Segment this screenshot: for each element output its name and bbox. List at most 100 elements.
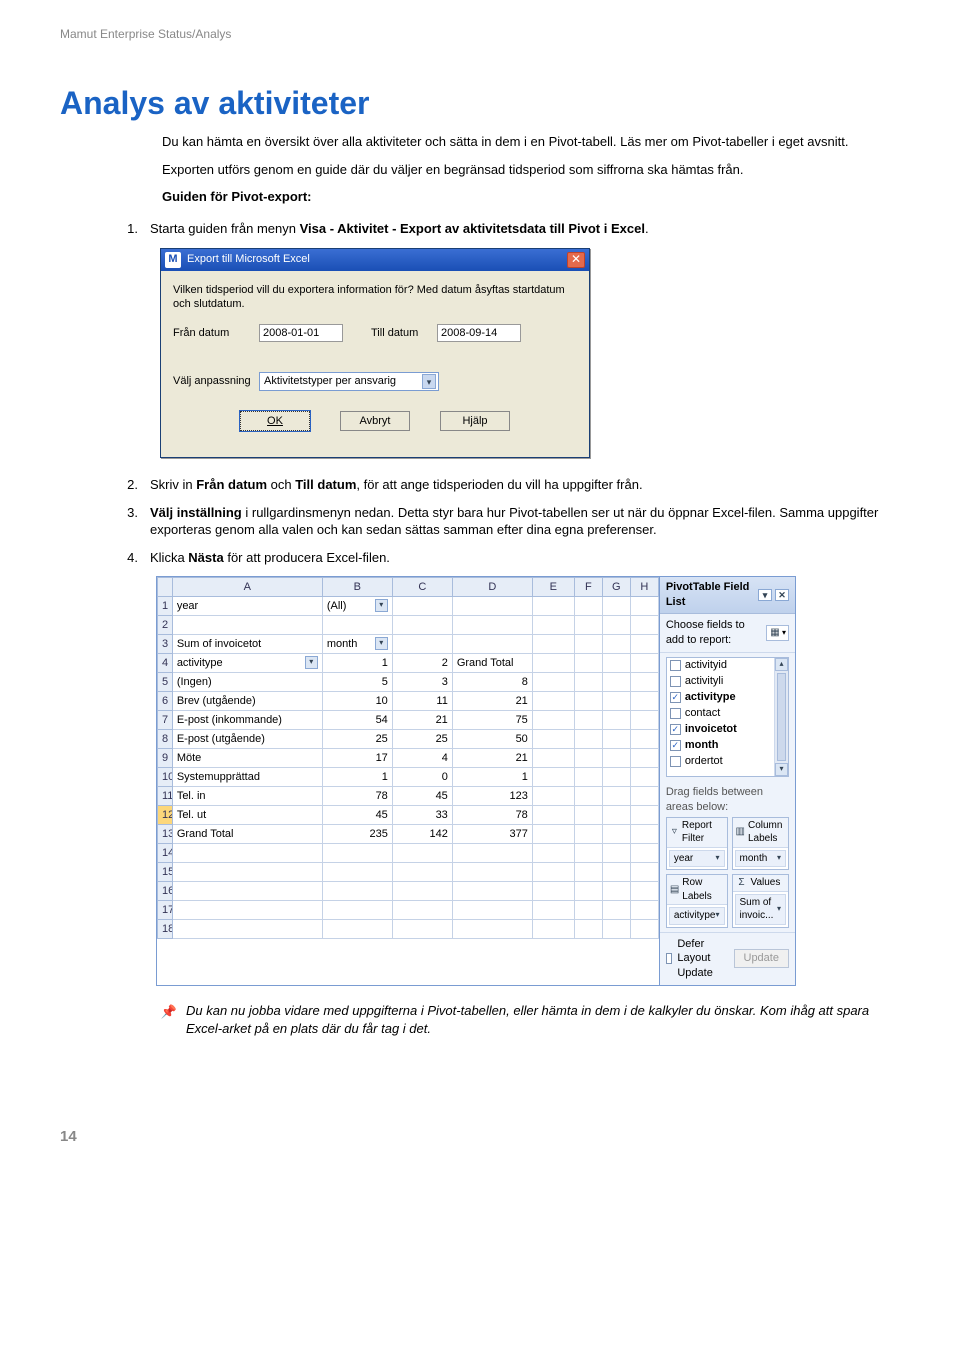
scroll-thumb[interactable] [777,673,786,761]
cell[interactable] [452,616,532,635]
cell[interactable] [322,844,392,863]
cell[interactable]: Sum of invoicetot [172,635,322,654]
chevron-down-icon[interactable]: ▾ [716,910,720,921]
cell[interactable] [630,692,658,711]
checkbox[interactable]: ✓ [670,724,681,735]
cell[interactable] [452,635,532,654]
checkbox[interactable] [670,660,681,671]
cell[interactable]: 5 [158,673,173,692]
cell[interactable] [392,616,452,635]
cell[interactable]: 4 [392,749,452,768]
cell[interactable] [602,863,630,882]
cell[interactable]: 6 [158,692,173,711]
cell[interactable] [574,597,602,616]
field-item[interactable]: ✓activitype [667,690,774,706]
cell[interactable] [602,635,630,654]
defer-checkbox[interactable] [666,953,673,964]
cell[interactable]: G [602,578,630,597]
cell[interactable]: 8 [158,730,173,749]
cell[interactable] [532,749,574,768]
cell[interactable] [532,616,574,635]
cell[interactable]: 21 [452,692,532,711]
scrollbar[interactable]: ▴ ▾ [774,658,788,776]
cell[interactable] [574,673,602,692]
cell[interactable] [532,635,574,654]
close-icon[interactable]: ✕ [775,589,789,601]
cell[interactable]: 16 [158,882,173,901]
cell[interactable]: C [392,578,452,597]
cell[interactable] [574,616,602,635]
cell[interactable] [630,673,658,692]
cell[interactable]: 1 [158,597,173,616]
cell[interactable] [630,749,658,768]
cell[interactable] [532,863,574,882]
area-item[interactable]: activitype▾ [669,907,725,925]
cancel-button[interactable]: Avbryt [340,411,410,431]
adjustment-select[interactable]: Aktivitetstyper per ansvarig ▾ [259,372,439,391]
checkbox[interactable] [670,756,681,767]
cell[interactable] [630,654,658,673]
chevron-down-icon[interactable]: ▾ [422,374,436,389]
cell[interactable]: 21 [452,749,532,768]
help-button[interactable]: Hjälp [440,411,510,431]
cell[interactable] [574,711,602,730]
layout-options-button[interactable]: ▦ ▾ [766,625,789,641]
cell[interactable] [322,882,392,901]
cell[interactable] [532,787,574,806]
cell[interactable]: 11 [392,692,452,711]
cell[interactable] [602,920,630,939]
cell[interactable]: 45 [392,787,452,806]
cell[interactable] [602,654,630,673]
cell[interactable] [602,616,630,635]
scroll-up-icon[interactable]: ▴ [775,658,788,671]
cell[interactable] [574,863,602,882]
cell[interactable]: E-post (inkommande) [172,711,322,730]
cell[interactable] [574,825,602,844]
cell[interactable]: Möte [172,749,322,768]
cell[interactable] [574,654,602,673]
cell[interactable] [392,882,452,901]
cell[interactable]: 1 [322,654,392,673]
cell[interactable]: 10 [158,768,173,787]
field-item[interactable]: activityid [667,658,774,674]
cell[interactable]: 50 [452,730,532,749]
cell[interactable] [322,863,392,882]
cell[interactable]: Grand Total [172,825,322,844]
cell[interactable] [392,844,452,863]
cell[interactable]: 1 [452,768,532,787]
cell[interactable] [574,882,602,901]
cell[interactable]: 14 [158,844,173,863]
cell[interactable]: 12 [158,806,173,825]
cell[interactable]: 8 [452,673,532,692]
cell[interactable]: 33 [392,806,452,825]
cell[interactable]: 13 [158,825,173,844]
cell[interactable] [574,901,602,920]
update-button[interactable]: Update [734,949,789,968]
cell[interactable] [392,863,452,882]
cell[interactable]: 142 [392,825,452,844]
cell[interactable]: E [532,578,574,597]
cell[interactable] [532,920,574,939]
cell[interactable] [532,673,574,692]
cell[interactable] [172,882,322,901]
cell[interactable]: 18 [158,920,173,939]
cell[interactable]: D [452,578,532,597]
cell[interactable] [574,749,602,768]
cell[interactable] [602,806,630,825]
cell[interactable] [630,901,658,920]
cell[interactable] [392,920,452,939]
cell[interactable] [602,749,630,768]
cell[interactable]: Tel. in [172,787,322,806]
values-area[interactable]: ΣValues Sum of invoic...▾ [732,874,789,928]
cell[interactable] [172,920,322,939]
cell[interactable] [630,616,658,635]
dialog-titlebar[interactable]: M Export till Microsoft Excel ✕ [161,249,589,271]
cell[interactable] [602,787,630,806]
cell[interactable] [452,597,532,616]
field-item[interactable]: ordertot [667,754,774,770]
cell[interactable] [574,768,602,787]
cell[interactable] [630,787,658,806]
cell[interactable] [602,901,630,920]
area-item[interactable]: Sum of invoic...▾ [735,894,786,925]
cell[interactable] [322,901,392,920]
